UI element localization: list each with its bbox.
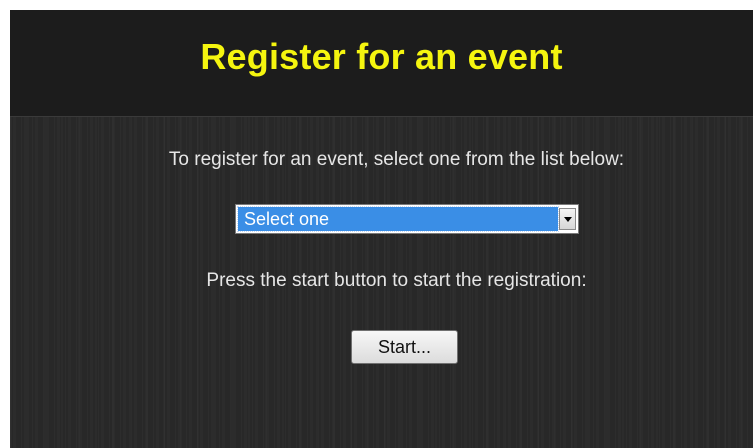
page: Register for an event To register for an… — [0, 0, 753, 448]
select-instruction: To register for an event, select one fro… — [168, 149, 625, 170]
page-title: Register for an event — [200, 36, 563, 77]
dropdown-button[interactable] — [559, 208, 576, 230]
registration-panel: Register for an event To register for an… — [10, 10, 753, 448]
chevron-down-icon — [564, 217, 572, 222]
start-instruction: Press the start button to start the regi… — [206, 270, 587, 291]
event-select[interactable]: Select one — [235, 204, 579, 234]
event-select-value[interactable]: Select one — [237, 206, 559, 232]
start-button[interactable]: Start... — [351, 330, 458, 364]
header-bar: Register for an event — [10, 10, 753, 117]
